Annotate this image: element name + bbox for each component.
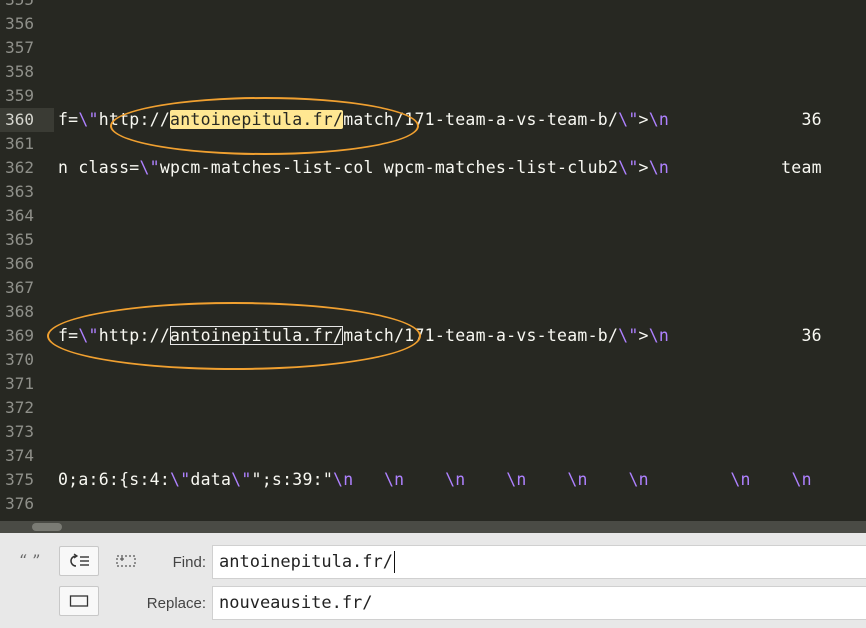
wrap-around-icon[interactable] xyxy=(59,546,99,576)
code-token: wpcm-matches-list-col wpcm-matches-list-… xyxy=(159,158,619,177)
code-token: 0;a:6:{s:4: xyxy=(58,470,171,489)
code-token: \" xyxy=(231,470,252,489)
line-number: 360 xyxy=(0,108,54,132)
line-number: 368 xyxy=(5,302,34,321)
line-number: 370 xyxy=(5,350,34,369)
line-number: 358 xyxy=(5,62,34,81)
line-number: 364 xyxy=(5,206,34,225)
find-input-value: antoinepitula.fr/ xyxy=(219,552,393,572)
code-editor[interactable]: 355 356 357 358 359 360 361 362 363 364 365 366 367… xyxy=(0,0,866,521)
find-replace-panel: “ ” Find: antoinepitula.fr/ Replace: nou… xyxy=(0,533,866,628)
code-token: http:// xyxy=(98,110,171,129)
code-token: > xyxy=(638,158,649,177)
line-number: 376 xyxy=(5,494,34,513)
code-token: \n xyxy=(333,470,354,489)
line-number: 372 xyxy=(5,398,34,417)
code-token: data xyxy=(190,470,232,489)
horizontal-scrollbar[interactable] xyxy=(0,521,866,533)
find-label: Find: xyxy=(172,554,206,571)
code-token: \n xyxy=(506,470,527,489)
code-token: \n xyxy=(730,470,751,489)
find-input[interactable]: antoinepitula.fr/ xyxy=(212,545,866,579)
line-number: 356 xyxy=(5,14,34,33)
code-line: f=\"http://antoinepitula.fr/match/171-te… xyxy=(58,108,822,132)
code-token: \" xyxy=(618,110,639,129)
code-line: 0;a:6:{s:4:\"data\"";s:39:"\n \n \n \n \… xyxy=(58,468,812,492)
svg-text:“ ”: “ ” xyxy=(19,554,40,568)
code-token: 36 xyxy=(669,326,822,345)
code-token: \" xyxy=(78,110,99,129)
code-token: \" xyxy=(78,326,99,345)
code-token: match/171-team-a-vs-team-b/ xyxy=(343,110,619,129)
replace-input[interactable]: nouveausite.fr/ xyxy=(212,586,866,620)
code-token: \" xyxy=(170,470,191,489)
code-token: \n xyxy=(648,158,670,177)
code-token: http:// xyxy=(98,326,171,345)
line-number: 365 xyxy=(5,230,34,249)
code-token: \n xyxy=(648,110,670,129)
code-token: \n xyxy=(445,470,466,489)
code-token: > xyxy=(638,110,649,129)
code-token: \" xyxy=(618,158,639,177)
code-token: 36 xyxy=(669,110,822,129)
line-number: 361 xyxy=(5,134,34,153)
code-token: team xyxy=(669,158,822,177)
code-token: ";s:39:" xyxy=(251,470,334,489)
text-caret xyxy=(394,551,395,573)
line-number: 373 xyxy=(5,422,34,441)
replace-input-value: nouveausite.fr/ xyxy=(219,593,373,613)
code-token: \n xyxy=(791,470,812,489)
line-number: 357 xyxy=(5,38,34,57)
code-token: \n xyxy=(383,470,405,489)
code-line: n class=\"wpcm-matches-list-col wpcm-mat… xyxy=(58,156,822,180)
line-number: 366 xyxy=(5,254,34,273)
code-token: \" xyxy=(139,158,160,177)
line-number: 355 xyxy=(0,0,34,12)
code-token: match/171-team-a-vs-team-b/ xyxy=(343,326,619,345)
line-number: 369 xyxy=(5,326,34,345)
code-token: \n xyxy=(648,326,670,345)
preserve-case-icon[interactable] xyxy=(59,586,99,616)
line-number: 362 xyxy=(5,158,34,177)
search-match: antoinepitula.fr/ xyxy=(170,326,344,345)
code-token: \n xyxy=(567,470,588,489)
replace-label: Replace: xyxy=(146,595,206,612)
line-number-gutter: 355 356 357 358 359 360 361 362 363 364 365 366 367… xyxy=(0,0,56,521)
code-token: \n xyxy=(628,470,649,489)
line-number: 374 xyxy=(5,446,34,465)
line-number: 367 xyxy=(5,278,34,297)
code-token: > xyxy=(638,326,649,345)
search-match: antoinepitula.fr/ xyxy=(170,110,344,129)
line-number: 359 xyxy=(5,86,34,105)
code-token: f= xyxy=(58,110,79,129)
code-token: n class= xyxy=(58,158,140,177)
code-token: \" xyxy=(618,326,639,345)
code-line: f=\"http://antoinepitula.fr/match/171-te… xyxy=(58,324,822,348)
quote-icon[interactable]: “ ” xyxy=(10,546,50,576)
line-number: 371 xyxy=(5,374,34,393)
line-number: 375 xyxy=(5,470,34,489)
scrollbar-thumb[interactable] xyxy=(32,523,62,531)
line-number: 363 xyxy=(5,182,34,201)
code-token: f= xyxy=(58,326,79,345)
